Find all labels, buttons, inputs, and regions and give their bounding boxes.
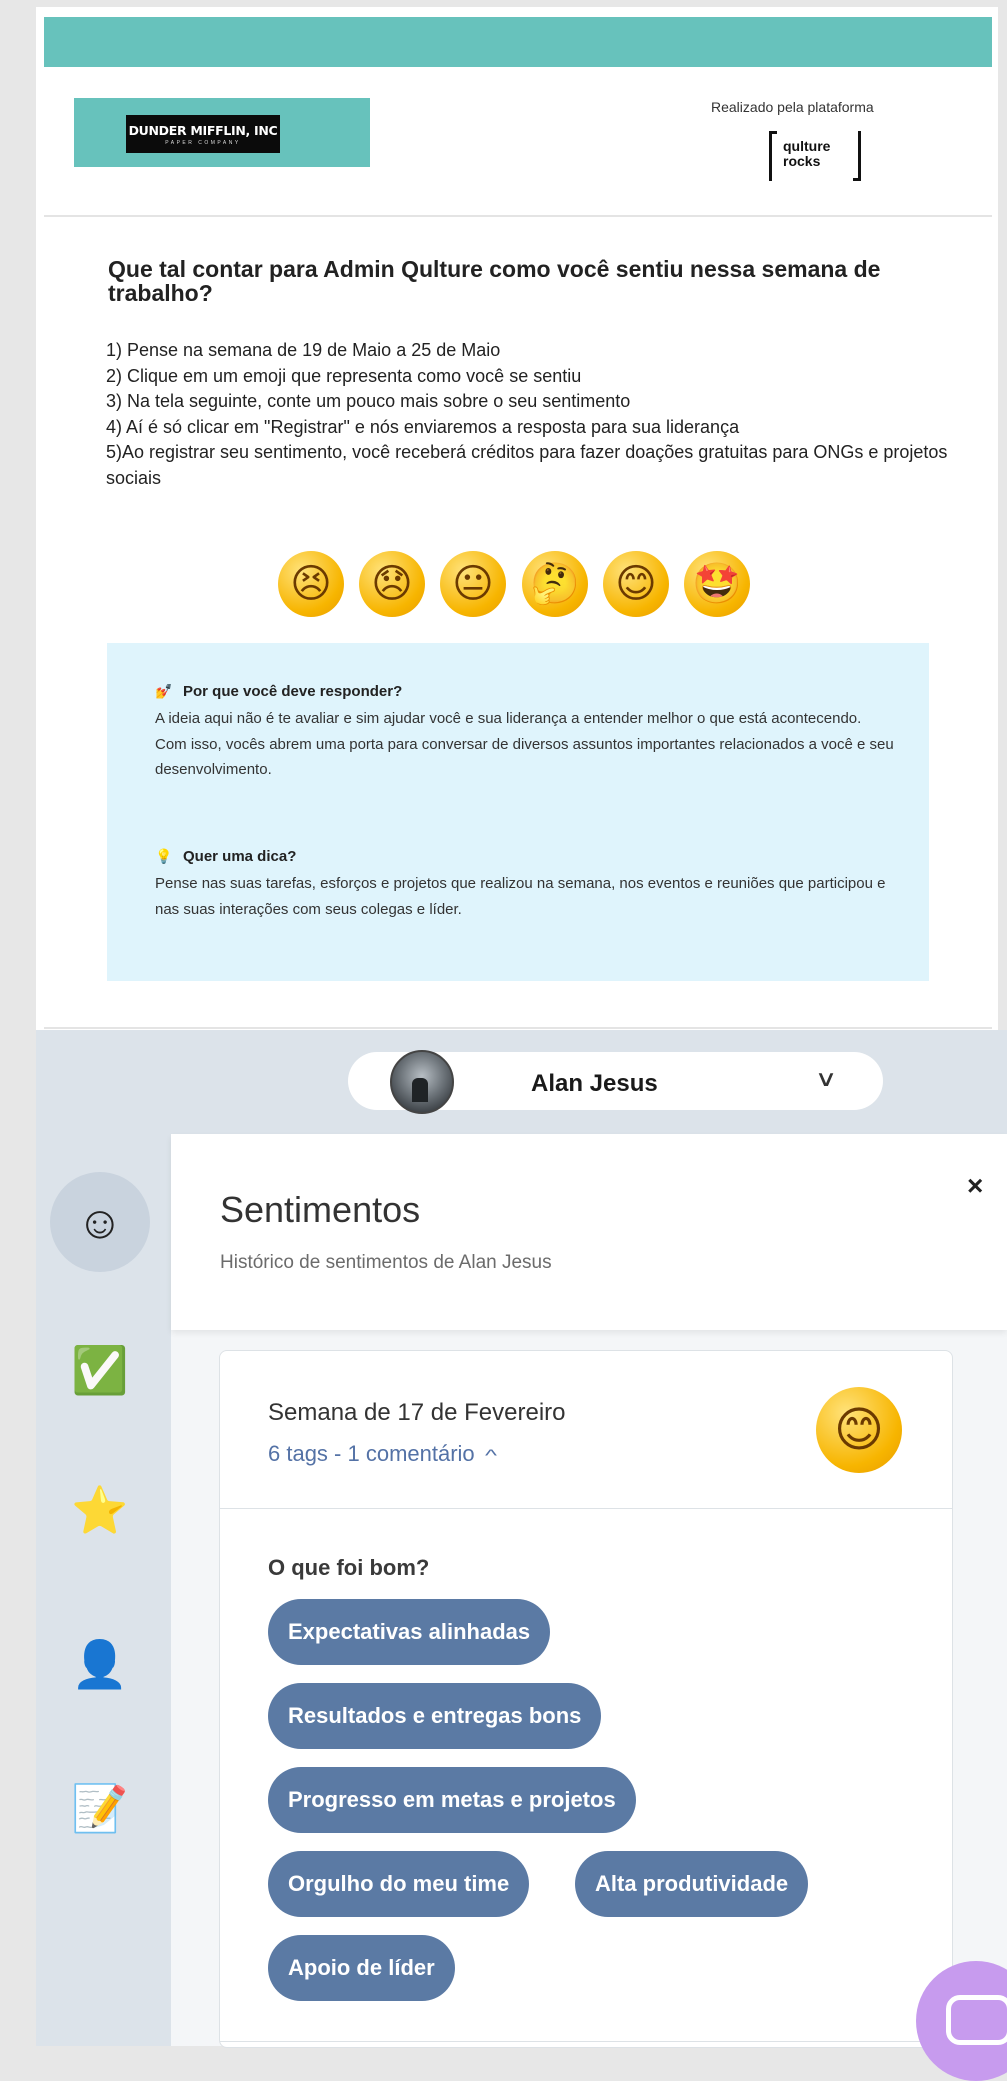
email-headline: Que tal contar para Admin Qulture como v…	[108, 256, 881, 306]
tag-chip[interactable]: Orgulho do meu time	[268, 1851, 530, 1917]
why-title: 💅 Por que você deve responder?	[155, 683, 403, 700]
email-card: DUNDER MIFFLIN, INC PAPER COMPANY Realiz…	[36, 7, 998, 1030]
sidebar-item-tasks[interactable]: ✅	[50, 1320, 150, 1420]
company-tagline: PAPER COMPANY	[165, 140, 241, 146]
chevron-up-icon: ^	[484, 1446, 497, 1465]
star-struck-face-icon: 🤩	[692, 561, 742, 607]
star-icon: ⭐	[71, 1484, 129, 1536]
instruction-step: 2) Clique em um emoji que representa com…	[106, 365, 582, 386]
tag-chip[interactable]: Resultados e entregas bons	[268, 1683, 602, 1749]
close-icon[interactable]: ×	[967, 1170, 983, 1202]
emoji-option-neutral[interactable]: 😐	[434, 545, 512, 623]
instruction-step: 1) Pense na semana de 19 de Maio a 25 de…	[106, 340, 501, 360]
week-meta-toggle[interactable]: 6 tags - 1 comentário ^	[268, 1441, 497, 1467]
chevron-down-icon[interactable]: ∨	[815, 1066, 838, 1092]
sidebar-item-profile[interactable]: 👤	[50, 1614, 150, 1714]
sidebar-item-sentiments[interactable]: ☺	[50, 1172, 150, 1272]
info-box: 💅 Por que você deve responder? A ideia aq…	[107, 643, 929, 981]
company-logo-badge: DUNDER MIFFLIN, INC PAPER COMPANY	[126, 115, 280, 153]
tag-chip[interactable]: Expectativas alinhadas	[268, 1599, 551, 1665]
tag-chip[interactable]: Apoio de líder	[268, 1935, 455, 2001]
week-title: Semana de 17 de Fevereiro	[268, 1399, 566, 1426]
company-logo: DUNDER MIFFLIN, INC PAPER COMPANY	[74, 98, 370, 167]
emoji-option-persevering[interactable]: 😣	[272, 545, 350, 623]
emoji-option-thinking[interactable]: 🤔	[516, 545, 594, 623]
tip-text: Pense nas suas tarefas, esforços e proje…	[155, 875, 886, 918]
divider	[220, 2041, 952, 2042]
qulture-rocks-logo: qulture rocks	[769, 131, 861, 181]
smiling-face-icon: 😊	[833, 1402, 885, 1458]
tag-chip[interactable]: Alta produtividade	[575, 1851, 809, 1917]
emoji-option-star-struck[interactable]: 🤩	[678, 545, 756, 623]
company-name: DUNDER MIFFLIN, INC	[128, 123, 278, 138]
chat-icon	[946, 1995, 1007, 2045]
week-sentiment-emoji: 😊	[816, 1387, 902, 1473]
check-mark-icon: ✅	[71, 1344, 129, 1396]
emoji-option-smiling[interactable]: 😊	[597, 545, 675, 623]
instruction-list: 1) Pense na semana de 19 de Maio a 25 de…	[106, 338, 986, 492]
thinking-face-icon: 🤔	[530, 561, 580, 607]
neutral-face-icon: 😐	[452, 561, 494, 607]
emoji-option-disappointed[interactable]: 😞	[353, 545, 431, 623]
tip-title: 💡 Quer uma dica?	[155, 848, 297, 865]
divider	[44, 215, 992, 217]
divider	[220, 1508, 952, 1509]
instruction-step: 4) Aí é só clicar em "Registrar" e nós e…	[106, 416, 740, 437]
persevering-face-icon: 😣	[290, 561, 332, 607]
sidebar-item-recognition[interactable]: ⭐	[50, 1460, 150, 1560]
week-meta-label: 6 tags - 1 comentário	[268, 1441, 475, 1466]
sidebar-item-notes[interactable]: 📝	[50, 1758, 150, 1858]
platform-label: Realizado pela plataforma	[711, 99, 874, 115]
notepad-icon: 📝	[71, 1782, 129, 1834]
app-area: Alan Jesus ∨ ☺ ✅ ⭐ 👤 📝 Sentimentos Histó…	[36, 1030, 1007, 2081]
sentiments-panel: Sentimentos Histórico de sentimentos de …	[171, 1134, 1007, 2048]
panel-header: Sentimentos Histórico de sentimentos de …	[171, 1134, 1007, 1330]
light-bulb-icon: 💡	[155, 848, 173, 864]
tag-chip[interactable]: Progresso em metas e projetos	[268, 1767, 636, 1833]
qulture-rocks-logo-text: qulture rocks	[783, 138, 831, 169]
person-icon: 👤	[71, 1638, 129, 1690]
instruction-step: 3) Na tela seguinte, conte um pouco mais…	[106, 391, 631, 412]
email-header-bar	[44, 17, 992, 67]
divider	[44, 1027, 992, 1029]
smiling-face-icon: 😊	[615, 561, 657, 607]
good-section-title: O que foi bom?	[268, 1555, 430, 1580]
panel-subtitle: Histórico de sentimentos de Alan Jesus	[220, 1252, 552, 1273]
why-text: A ideia aqui não é te avaliar e sim ajud…	[155, 710, 894, 778]
user-name: Alan Jesus	[531, 1070, 658, 1097]
panel-title: Sentimentos	[220, 1189, 421, 1230]
nail-polish-icon: 💅	[155, 683, 173, 699]
disappointed-face-icon: 😞	[371, 561, 413, 607]
smiling-face-icon: ☺	[76, 1196, 124, 1248]
instruction-step: 5)Ao registrar seu sentimento, você rece…	[106, 442, 948, 488]
avatar	[390, 1050, 454, 1114]
week-card: Semana de 17 de Fevereiro 6 tags - 1 com…	[219, 1350, 953, 2048]
